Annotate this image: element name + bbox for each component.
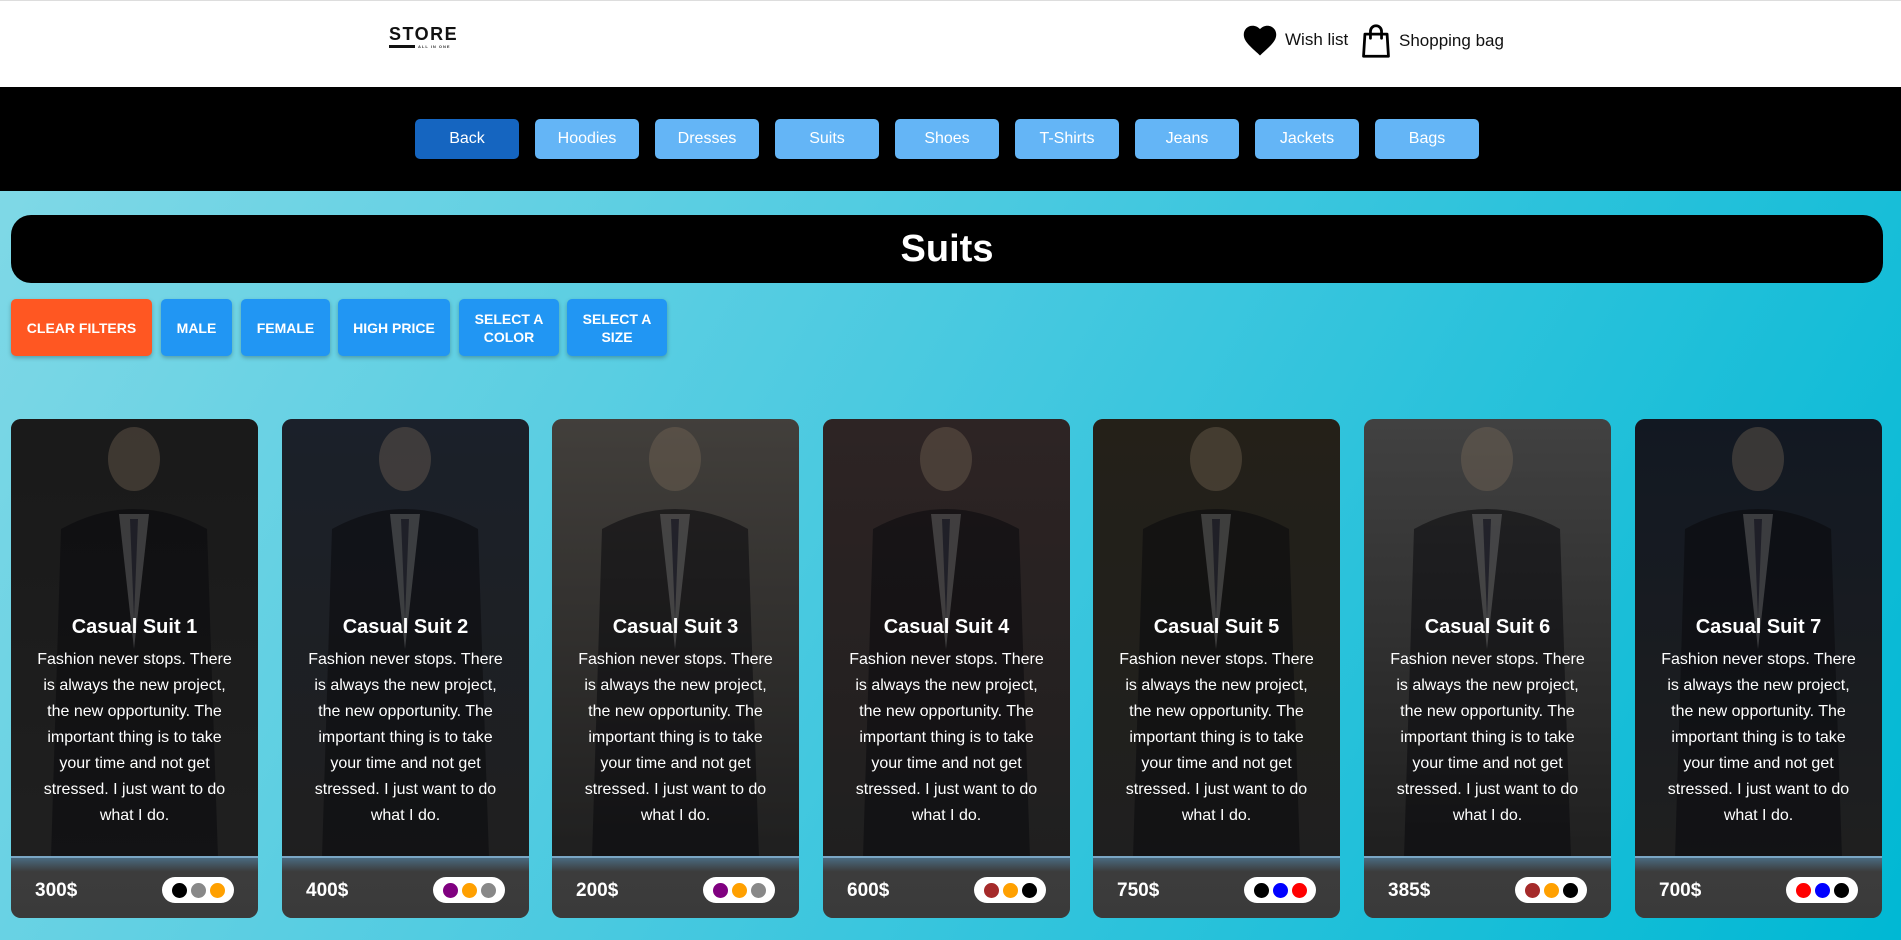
color-swatch[interactable] bbox=[1291, 882, 1307, 898]
color-swatches bbox=[703, 877, 775, 903]
color-swatches bbox=[162, 877, 234, 903]
nav-jackets-button[interactable]: Jackets bbox=[1255, 119, 1359, 159]
filter-male-button[interactable]: Male bbox=[161, 299, 232, 356]
wishlist-link[interactable]: Wish list bbox=[1241, 23, 1348, 57]
logo-subtitle: ALL IN ONE bbox=[418, 44, 451, 49]
product-name: Casual Suit 4 bbox=[883, 616, 1010, 638]
color-swatch[interactable] bbox=[1002, 882, 1018, 898]
color-swatches bbox=[974, 877, 1046, 903]
nav-hoodies-button[interactable]: Hoodies bbox=[535, 119, 639, 159]
product-name: Casual Suit 5 bbox=[1153, 616, 1280, 638]
color-swatch[interactable] bbox=[1253, 882, 1269, 898]
product-card[interactable]: Casual Suit 6 Fashion never stops. There … bbox=[1364, 419, 1611, 918]
page-title-bar: Suits bbox=[11, 215, 1883, 283]
color-swatch[interactable] bbox=[712, 882, 728, 898]
product-name: Casual Suit 6 bbox=[1424, 616, 1551, 638]
color-swatch[interactable] bbox=[1814, 882, 1830, 898]
product-footer: 700$ bbox=[1635, 856, 1882, 918]
product-price: 200$ bbox=[576, 880, 619, 901]
color-swatch[interactable] bbox=[1562, 882, 1578, 898]
product-price: 385$ bbox=[1388, 880, 1431, 901]
color-swatch[interactable] bbox=[750, 882, 766, 898]
product-price: 400$ bbox=[306, 880, 349, 901]
color-swatch[interactable] bbox=[461, 882, 477, 898]
product-description: Fashion never stops. There is always the… bbox=[1390, 651, 1585, 824]
product-description: Fashion never stops. There is always the… bbox=[308, 651, 503, 824]
color-swatch[interactable] bbox=[1795, 882, 1811, 898]
product-description: Fashion never stops. There is always the… bbox=[849, 651, 1044, 824]
product-price: 300$ bbox=[35, 880, 78, 901]
nav-back-button[interactable]: Back bbox=[415, 119, 519, 159]
select-color-button[interactable]: Select a Color bbox=[459, 299, 559, 356]
nav-bags-button[interactable]: Bags bbox=[1375, 119, 1479, 159]
product-description: Fashion never stops. There is always the… bbox=[578, 651, 773, 824]
color-swatch[interactable] bbox=[731, 882, 747, 898]
main-content: Suits Clear Filters Male Female High Pri… bbox=[0, 191, 1901, 940]
color-swatch[interactable] bbox=[190, 882, 206, 898]
page-title: Suits bbox=[900, 227, 994, 270]
heart-icon bbox=[1243, 25, 1277, 56]
wishlist-label: Wish list bbox=[1285, 30, 1349, 49]
nav-dresses-button[interactable]: Dresses bbox=[655, 119, 759, 159]
product-description: Fashion never stops. There is always the… bbox=[1119, 651, 1314, 824]
product-footer: 400$ bbox=[282, 856, 529, 918]
product-name: Casual Suit 3 bbox=[612, 616, 739, 638]
color-swatch[interactable] bbox=[442, 882, 458, 898]
color-swatch[interactable] bbox=[1021, 882, 1037, 898]
color-swatch[interactable] bbox=[1272, 882, 1288, 898]
product-card[interactable]: Casual Suit 3 Fashion never stops. There … bbox=[552, 419, 799, 918]
logo-underline bbox=[389, 45, 415, 48]
clear-filters-button[interactable]: Clear Filters bbox=[11, 299, 152, 356]
logo-text: STORE bbox=[389, 24, 459, 44]
color-swatches bbox=[1244, 877, 1316, 903]
product-card[interactable]: Casual Suit 4 Fashion never stops. There … bbox=[823, 419, 1070, 918]
product-card[interactable]: Casual Suit 5 Fashion never stops. There … bbox=[1093, 419, 1340, 918]
shopping-bag-link[interactable]: Shopping bag bbox=[1359, 23, 1504, 59]
product-name: Casual Suit 1 bbox=[71, 616, 198, 638]
color-swatch[interactable] bbox=[480, 882, 496, 898]
product-footer: 200$ bbox=[552, 856, 799, 918]
color-swatch[interactable] bbox=[983, 882, 999, 898]
color-swatch[interactable] bbox=[209, 882, 225, 898]
product-price: 750$ bbox=[1117, 880, 1160, 901]
product-footer: 750$ bbox=[1093, 856, 1340, 918]
product-name: Casual Suit 2 bbox=[342, 616, 469, 638]
product-price: 700$ bbox=[1659, 880, 1702, 901]
product-footer: 300$ bbox=[11, 856, 258, 918]
product-card[interactable]: Casual Suit 1 Fashion never stops. There … bbox=[11, 419, 258, 918]
category-nav: Back Hoodies Dresses Suits Shoes T-Shirt… bbox=[0, 87, 1901, 191]
shopping-bag-label: Shopping bag bbox=[1399, 31, 1504, 50]
site-header: STORE ALL IN ONE Wish list Shopping bag bbox=[0, 0, 1901, 88]
color-swatches bbox=[1786, 877, 1858, 903]
nav-tshirts-button[interactable]: T-Shirts bbox=[1015, 119, 1119, 159]
shopping-bag-icon bbox=[1362, 24, 1390, 58]
product-name: Casual Suit 7 bbox=[1695, 616, 1822, 638]
product-footer: 600$ bbox=[823, 856, 1070, 918]
color-swatch[interactable] bbox=[1833, 882, 1849, 898]
store-logo[interactable]: STORE ALL IN ONE bbox=[389, 25, 459, 51]
color-swatches bbox=[433, 877, 505, 903]
color-swatch[interactable] bbox=[1524, 882, 1540, 898]
product-price: 600$ bbox=[847, 880, 890, 901]
nav-shoes-button[interactable]: Shoes bbox=[895, 119, 999, 159]
filter-high-price-button[interactable]: High Price bbox=[338, 299, 450, 356]
color-swatch[interactable] bbox=[171, 882, 187, 898]
filter-female-button[interactable]: Female bbox=[241, 299, 330, 356]
product-card[interactable]: Casual Suit 7 Fashion never stops. There … bbox=[1635, 419, 1882, 918]
product-description: Fashion never stops. There is always the… bbox=[37, 651, 232, 824]
color-swatch[interactable] bbox=[1543, 882, 1559, 898]
nav-jeans-button[interactable]: Jeans bbox=[1135, 119, 1239, 159]
nav-suits-button[interactable]: Suits bbox=[775, 119, 879, 159]
color-swatches bbox=[1515, 877, 1587, 903]
select-size-button[interactable]: Select a Size bbox=[567, 299, 667, 356]
product-footer: 385$ bbox=[1364, 856, 1611, 918]
product-description: Fashion never stops. There is always the… bbox=[1661, 651, 1856, 824]
product-card[interactable]: Casual Suit 2 Fashion never stops. There … bbox=[282, 419, 529, 918]
